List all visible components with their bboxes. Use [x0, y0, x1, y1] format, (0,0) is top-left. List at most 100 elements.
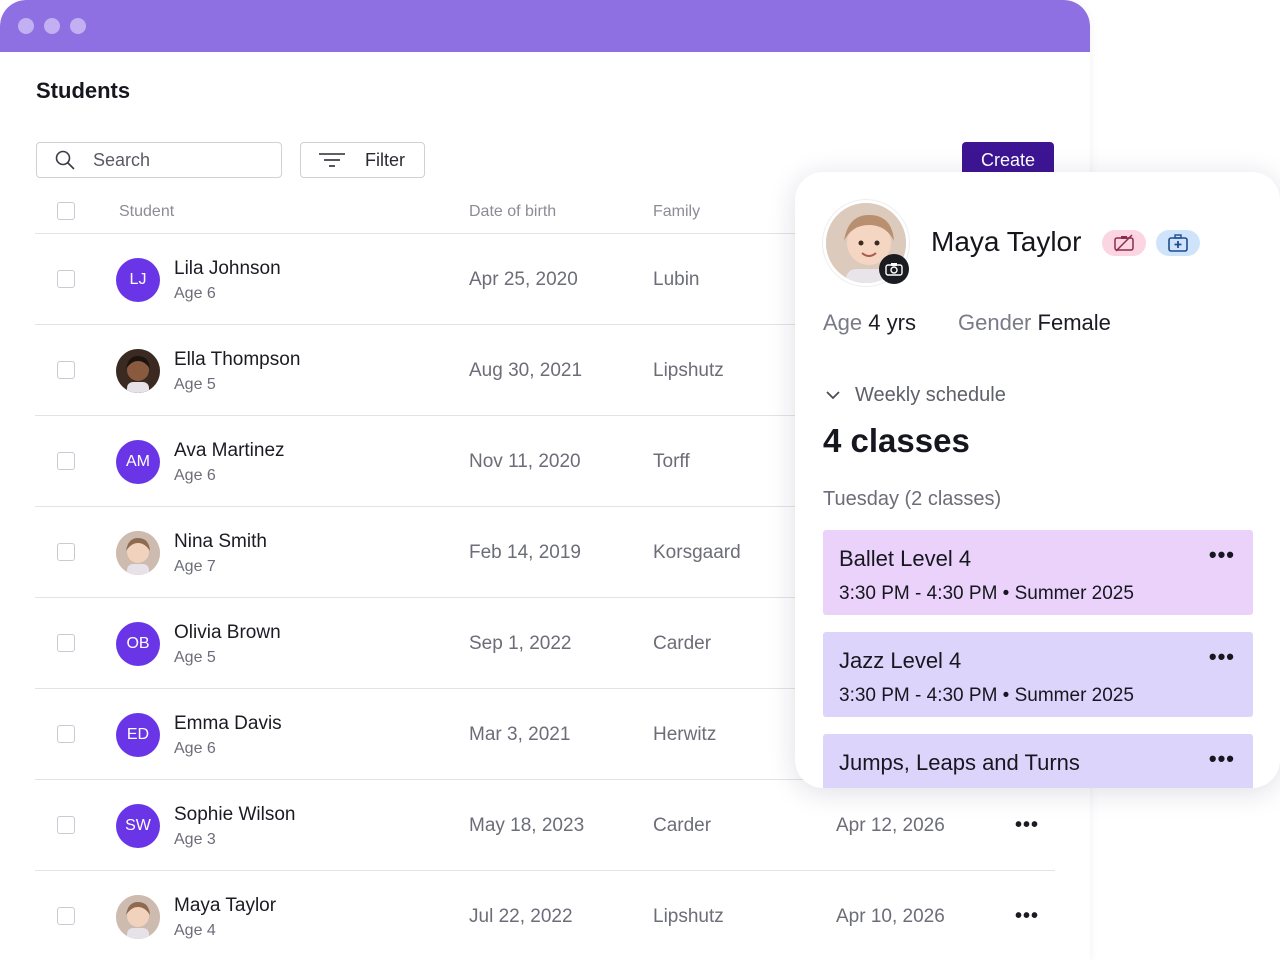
person-photo-icon — [116, 531, 160, 575]
student-age: Age 4 — [174, 922, 216, 939]
student-age: Age 6 — [174, 740, 216, 757]
search-icon — [55, 150, 75, 170]
search-box[interactable] — [36, 142, 282, 178]
family-name[interactable]: Lipshutz — [653, 906, 724, 928]
student-name[interactable]: Olivia Brown — [174, 622, 281, 644]
camera-off-icon — [1114, 234, 1134, 252]
student-name[interactable]: Emma Davis — [174, 713, 282, 735]
family-name[interactable]: Carder — [653, 815, 711, 837]
student-age: Age 7 — [174, 558, 216, 575]
class-card[interactable]: Jumps, Leaps and Turns ••• — [823, 734, 1253, 788]
date-of-birth: Jul 22, 2022 — [469, 906, 573, 927]
student-name[interactable]: Ava Martinez — [174, 440, 285, 462]
avatar-photo — [116, 349, 160, 393]
table-row[interactable]: SW Sophie Wilson Age 3 May 18, 2023 Card… — [35, 780, 1055, 871]
student-name[interactable]: Maya Taylor — [174, 895, 276, 917]
no-photo-badge[interactable] — [1102, 230, 1146, 256]
filter-label: Filter — [365, 149, 405, 170]
student-age: Age 6 — [174, 467, 216, 484]
row-checkbox[interactable] — [57, 361, 75, 379]
page-title: Students — [36, 78, 131, 103]
select-all-checkbox[interactable] — [57, 202, 75, 220]
window-close-dot[interactable] — [18, 18, 34, 34]
row-more-button[interactable]: ••• — [1015, 814, 1039, 837]
class-time: 3:30 PM - 4:30 PM • Summer 2025 — [839, 583, 1134, 604]
classes-count: 4 classes — [823, 422, 970, 459]
avatar: SW — [116, 804, 160, 848]
student-name: Maya Taylor — [931, 226, 1082, 257]
row-more-button[interactable]: ••• — [1015, 905, 1039, 928]
title-bar — [0, 0, 1090, 52]
class-title: Jazz Level 4 — [839, 648, 962, 673]
gender-value: Female — [1037, 310, 1111, 335]
student-name[interactable]: Lila Johnson — [174, 258, 281, 280]
class-more-button[interactable]: ••• — [1209, 746, 1235, 772]
family-name[interactable]: Lipshutz — [653, 360, 724, 382]
row-checkbox[interactable] — [57, 270, 75, 288]
column-header-dob[interactable]: Date of birth — [469, 203, 556, 221]
person-photo-icon — [116, 349, 160, 393]
avatar-initials: ED — [126, 726, 150, 743]
row-checkbox[interactable] — [57, 816, 75, 834]
family-name[interactable]: Torff — [653, 451, 690, 473]
date-of-birth: Apr 25, 2020 — [469, 269, 578, 290]
search-input[interactable] — [93, 149, 253, 171]
weekly-schedule-toggle[interactable]: Weekly schedule — [823, 384, 1006, 407]
family-name[interactable]: Korsgaard — [653, 542, 741, 564]
class-title: Jumps, Leaps and Turns — [839, 750, 1080, 775]
date-of-birth: May 18, 2023 — [469, 815, 585, 836]
camera-icon[interactable] — [879, 254, 909, 284]
class-card[interactable]: Jazz Level 4 3:30 PM - 4:30 PM • Summer … — [823, 632, 1253, 717]
row-date: Apr 10, 2026 — [836, 906, 945, 927]
column-header-student[interactable]: Student — [119, 203, 174, 221]
chevron-down-icon — [826, 390, 840, 399]
avatar-initials: OB — [126, 635, 150, 652]
age-value: 4 yrs — [868, 310, 916, 335]
avatar: ED — [116, 713, 160, 757]
family-name[interactable]: Herwitz — [653, 724, 716, 746]
row-checkbox[interactable] — [57, 634, 75, 652]
row-checkbox[interactable] — [57, 543, 75, 561]
date-of-birth: Nov 11, 2020 — [469, 451, 581, 472]
filter-icon — [319, 153, 345, 167]
student-detail-panel: Maya Taylor Age 4 yrs Gender Female Week… — [795, 172, 1280, 788]
student-name[interactable]: Ella Thompson — [174, 349, 300, 371]
row-date: Apr 12, 2026 — [836, 815, 945, 836]
avatar-photo — [116, 895, 160, 939]
student-age: Age 6 — [174, 285, 216, 302]
gender-label: Gender — [958, 310, 1032, 335]
student-age: Age 5 — [174, 649, 216, 666]
column-header-family[interactable]: Family — [653, 203, 700, 221]
date-of-birth: Sep 1, 2022 — [469, 633, 572, 654]
date-of-birth: Mar 3, 2021 — [469, 724, 571, 745]
person-photo-icon — [116, 895, 160, 939]
weekly-schedule-label: Weekly schedule — [855, 384, 1006, 406]
gender-info: Gender Female — [958, 310, 1111, 336]
class-more-button[interactable]: ••• — [1209, 542, 1235, 568]
student-age: Age 3 — [174, 831, 216, 848]
window-maximize-dot[interactable] — [70, 18, 86, 34]
medical-badge[interactable] — [1156, 230, 1200, 256]
family-name[interactable]: Lubin — [653, 269, 700, 291]
window-minimize-dot[interactable] — [44, 18, 60, 34]
student-name[interactable]: Nina Smith — [174, 531, 267, 553]
row-checkbox[interactable] — [57, 452, 75, 470]
row-checkbox[interactable] — [57, 725, 75, 743]
class-card[interactable]: Ballet Level 4 3:30 PM - 4:30 PM • Summe… — [823, 530, 1253, 615]
avatar-initials: AM — [126, 453, 150, 470]
class-time: 3:30 PM - 4:30 PM • Summer 2025 — [839, 685, 1134, 706]
table-row[interactable]: Maya Taylor Age 4 Jul 22, 2022 Lipshutz … — [35, 871, 1055, 960]
avatar-photo — [116, 531, 160, 575]
row-checkbox[interactable] — [57, 907, 75, 925]
day-label: Tuesday (2 classes) — [823, 488, 1002, 510]
class-more-button[interactable]: ••• — [1209, 644, 1235, 670]
age-label: Age — [823, 310, 863, 335]
avatar: OB — [116, 622, 160, 666]
date-of-birth: Feb 14, 2019 — [469, 542, 581, 563]
avatar-initials: SW — [125, 817, 151, 834]
family-name[interactable]: Carder — [653, 633, 711, 655]
student-name[interactable]: Sophie Wilson — [174, 804, 295, 826]
class-title: Ballet Level 4 — [839, 546, 972, 571]
avatar-initials: LJ — [129, 271, 147, 288]
filter-button[interactable]: Filter — [300, 142, 425, 178]
